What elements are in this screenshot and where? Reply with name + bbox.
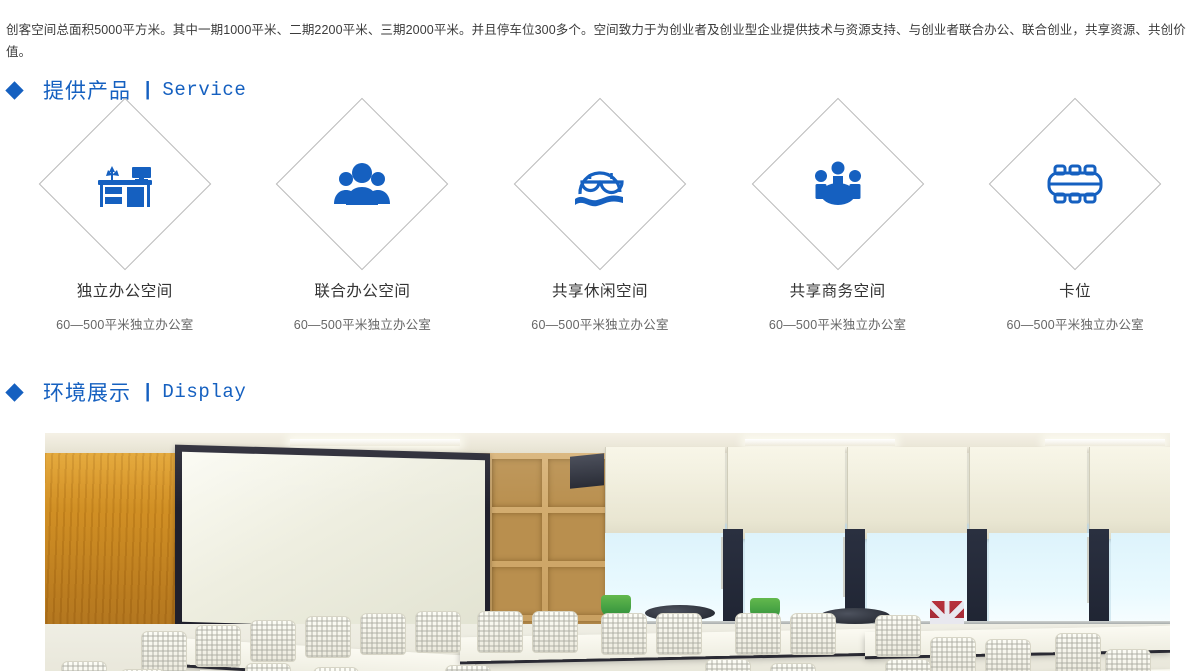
display-section-header: 环境展示 | Display: [0, 377, 1200, 407]
blind-cord: [721, 537, 723, 589]
chair: [360, 613, 406, 655]
ceiling-light: [1045, 439, 1165, 446]
chair: [141, 631, 187, 671]
service-item[interactable]: 联合办公空间 60—500平米独立办公室: [244, 97, 482, 333]
window-blind: [969, 447, 1087, 539]
chair: [930, 637, 976, 671]
window-blind: [605, 447, 725, 539]
chair: [305, 616, 351, 658]
service-icon-frame: [513, 97, 687, 271]
office-desk-icon: [65, 124, 185, 244]
service-item-title: 共享休闲空间: [551, 283, 648, 300]
chair: [1105, 649, 1151, 671]
service-item-title: 联合办公空间: [314, 283, 411, 300]
window-blind: [847, 447, 967, 539]
display-title-cn: 环境展示: [43, 382, 131, 405]
chair: [735, 613, 781, 655]
leisure-face-wave-icon: [540, 124, 660, 244]
intro-paragraph: 创客空间总面积5000平方米。其中一期1000平米、二期2200平米、三期200…: [6, 22, 1186, 59]
title-separator: |: [145, 78, 151, 100]
service-item-title: 共享商务空间: [789, 283, 886, 300]
conference-table-seats-icon: [1015, 124, 1135, 244]
service-icon-frame: [751, 97, 924, 271]
service-item[interactable]: 独立办公空间 60—500平米独立办公室: [6, 97, 244, 333]
service-item-desc: 60—500平米独立办公室: [1006, 318, 1144, 332]
service-item[interactable]: 共享休闲空间 60—500平米独立办公室: [481, 97, 719, 333]
chair: [885, 659, 931, 671]
wall-speaker: [570, 453, 604, 489]
service-list: 独立办公空间 60—500平米独立办公室 联合办公空间 60—500平米独立办公…: [0, 97, 1200, 333]
chair: [532, 611, 578, 653]
display-title-en: Display: [162, 381, 247, 403]
blind-cord: [843, 537, 845, 597]
ceiling-light: [745, 439, 895, 446]
chair: [195, 625, 241, 667]
chair: [477, 611, 523, 653]
diamond-icon: [5, 382, 24, 402]
projection-screen-surface: [182, 451, 485, 631]
ceiling-light: [290, 439, 460, 446]
service-title-cn: 提供产品: [43, 80, 131, 103]
service-item-title: 独立办公空间: [76, 283, 173, 300]
service-item-title: 卡位: [1059, 283, 1092, 300]
chair: [601, 613, 647, 655]
chair: [250, 620, 296, 662]
service-item-desc: 60—500平米独立办公室: [293, 318, 432, 332]
chair: [245, 663, 291, 671]
service-icon-frame: [988, 97, 1162, 271]
photo-container: [0, 433, 1200, 671]
chair: [313, 667, 359, 671]
projection-screen: [175, 444, 490, 639]
service-icon-frame: [38, 97, 212, 271]
window-blind: [727, 447, 845, 539]
title-separator: |: [145, 380, 151, 402]
chair: [985, 639, 1031, 671]
chair: [705, 659, 751, 671]
diamond-icon: [5, 80, 24, 100]
chair: [770, 663, 816, 671]
people-group-icon: [302, 124, 422, 244]
meeting-room-photo[interactable]: [45, 433, 1170, 671]
chair: [61, 661, 107, 671]
chair: [445, 665, 491, 671]
blind-cord: [1087, 537, 1089, 603]
chair: [790, 613, 836, 655]
service-item-desc: 60—500平米独立办公室: [531, 318, 669, 332]
chair: [656, 613, 702, 655]
service-icon-frame: [276, 97, 449, 271]
service-item-desc: 60—500平米独立办公室: [768, 318, 907, 332]
chair: [875, 615, 921, 657]
chair: [415, 611, 461, 653]
service-item[interactable]: 卡位 60—500平米独立办公室: [956, 97, 1194, 333]
window-blind: [1089, 447, 1170, 539]
service-title-en: Service: [162, 79, 247, 101]
service-item[interactable]: 共享商务空间 60—500平米独立办公室: [719, 97, 957, 333]
meeting-people-table-icon: [778, 124, 898, 244]
chair: [1055, 633, 1101, 671]
service-item-desc: 60—500平米独立办公室: [56, 318, 194, 332]
